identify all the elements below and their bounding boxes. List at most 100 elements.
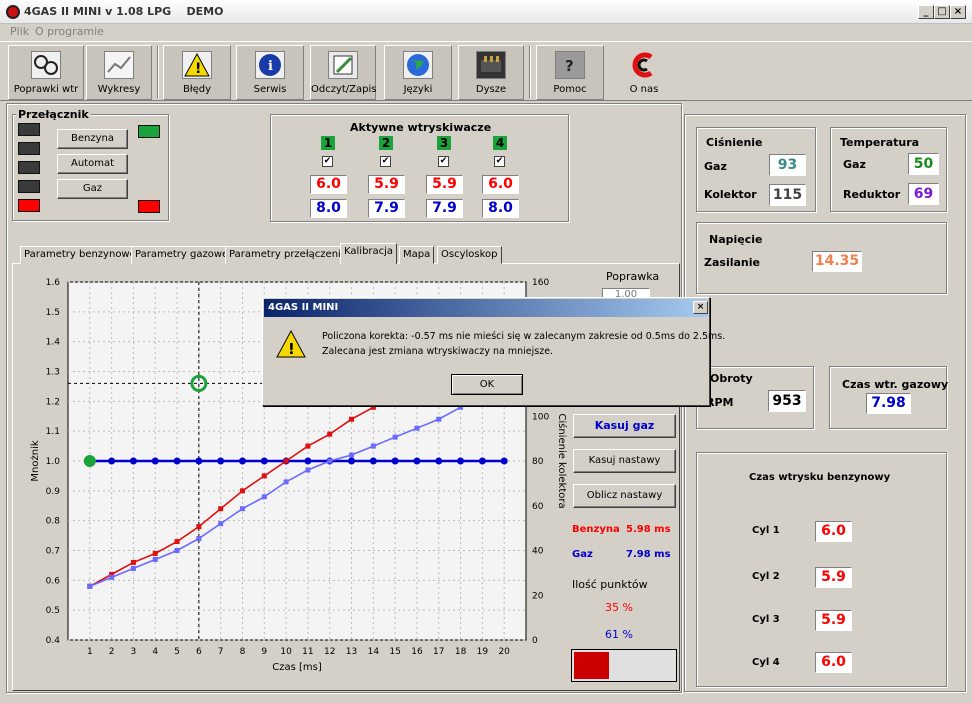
petrol-button[interactable]: Benzyna <box>57 129 128 149</box>
switch-led <box>18 123 40 136</box>
help-icon: ? <box>555 51 585 79</box>
data-point <box>327 431 333 437</box>
y-tick-label: 0.7 <box>46 547 60 557</box>
calculate-settings-button[interactable]: Oblicz nastawy <box>573 484 676 508</box>
gas-indicator <box>138 200 160 213</box>
injector-number: 3 <box>437 136 451 150</box>
petrol-injection-time-title: Czas wtrysku benzynowy <box>749 472 891 483</box>
toolbar-help-button[interactable]: ? Pomoc <box>536 45 604 100</box>
menu-plik[interactable]: Plik <box>10 25 29 38</box>
dialog-message-line2: Zalecana jest zmiana wtryskiwaczy na mni… <box>322 346 554 357</box>
tab-gas-params[interactable]: Parametry gazowe <box>131 246 233 264</box>
data-point <box>196 536 202 542</box>
y2-tick-label: 0 <box>532 636 538 646</box>
y2-tick-label: 80 <box>532 457 544 467</box>
svg-text:!: ! <box>195 61 201 77</box>
dialog-close-button[interactable]: × <box>693 301 708 314</box>
switch-title: Przełącznik <box>16 108 91 121</box>
toolbar-languages-button[interactable]: Języki <box>384 45 452 100</box>
clear-settings-button[interactable]: Kasuj nastawy <box>573 449 676 473</box>
clear-gas-button[interactable]: Kasuj gaz <box>573 414 676 438</box>
temperature-gas-label: Gaz <box>843 158 866 171</box>
data-point <box>283 479 289 485</box>
rpm-title: Obroty <box>710 372 753 385</box>
x-tick-label: 4 <box>152 647 158 657</box>
voltage-value: 14.35 <box>812 251 862 272</box>
injector-gas-value: 8.0 <box>310 199 347 218</box>
tab-calibration[interactable]: Kalibracja <box>340 243 398 264</box>
data-point <box>239 506 245 512</box>
data-point <box>218 521 224 527</box>
auto-button[interactable]: Automat <box>57 154 128 174</box>
data-point <box>260 457 268 465</box>
toolbar-label: Odczyt/Zapis <box>311 84 377 95</box>
data-point <box>327 458 333 464</box>
y-tick-label: 0.5 <box>46 606 60 616</box>
data-point <box>195 457 203 465</box>
data-point <box>283 458 289 464</box>
injectors-title: Aktywne wtryskiwacze <box>350 121 492 134</box>
injector-checkbox[interactable]: ✔ <box>322 156 333 167</box>
dialog-ok-button[interactable]: OK <box>451 374 523 395</box>
data-point <box>130 565 136 571</box>
data-point <box>436 416 442 422</box>
pressure-collector-value: 115 <box>769 184 806 206</box>
toolbar-charts-button[interactable]: Wykresy <box>86 45 152 100</box>
toolbar-separator <box>157 46 159 98</box>
tab-switch-params[interactable]: Parametry przełączenia <box>225 246 351 264</box>
tab-oscilloscope[interactable]: Oscyloskop <box>437 246 502 264</box>
points-count-label: Ilość punktów <box>572 578 648 591</box>
injector-petrol-value: 6.0 <box>310 175 347 194</box>
close-button[interactable]: × <box>950 5 966 19</box>
injector-checkbox[interactable]: ✔ <box>380 156 391 167</box>
data-point <box>108 457 116 465</box>
toolbar-corrections-button[interactable]: Poprawki wtr <box>8 45 84 100</box>
injector-petrol-value: 6.0 <box>482 175 519 194</box>
x-tick-label: 3 <box>131 647 137 657</box>
nozzles-icon <box>476 51 506 79</box>
data-point <box>261 494 267 500</box>
y-tick-label: 1.4 <box>46 338 61 348</box>
data-point <box>238 457 246 465</box>
maximize-button[interactable]: □ <box>934 5 950 19</box>
data-point <box>413 457 421 465</box>
toolbar-label: Wykresy <box>97 84 141 95</box>
toolbar-about-button[interactable]: O nas <box>610 45 678 100</box>
menu-o-programie[interactable]: O programie <box>35 25 104 38</box>
toolbar-separator <box>529 46 531 98</box>
y2-tick-label: 100 <box>532 412 549 422</box>
toolbar-nozzles-button[interactable]: Dysze <box>458 45 524 100</box>
app-logo-icon <box>6 5 20 19</box>
temperature-title: Temperatura <box>840 136 920 149</box>
tab-map[interactable]: Mapa <box>399 246 435 264</box>
toolbar: Poprawki wtr Wykresy ! Błędy i Serwis Od… <box>0 41 972 101</box>
data-point <box>391 457 399 465</box>
x-tick-label: 15 <box>389 647 400 657</box>
minimize-button[interactable]: _ <box>918 5 934 19</box>
gas-time-value: 7.98 ms <box>626 549 671 560</box>
window-title: 4GAS II MINI v 1.08 LPG DEMO <box>24 5 224 18</box>
toolbar-label: Języki <box>403 84 433 95</box>
warning-dialog: 4GAS II MINI × ! Policzona korekta: -0.5… <box>262 297 725 406</box>
temperature-reducer-label: Reduktor <box>843 188 901 201</box>
toolbar-service-button[interactable]: i Serwis <box>236 45 304 100</box>
gas-time-label: Gaz <box>572 549 593 560</box>
title-bar: 4GAS II MINI v 1.08 LPG DEMO _ □ × <box>0 0 972 24</box>
injector-number: 4 <box>493 136 507 150</box>
y2-tick-label: 160 <box>532 278 549 288</box>
injector-checkbox[interactable]: ✔ <box>494 156 505 167</box>
pressure-gas-label: Gaz <box>704 160 727 173</box>
gas-button[interactable]: Gaz <box>57 179 128 199</box>
svg-text:!: ! <box>288 340 295 358</box>
injector-checkbox[interactable]: ✔ <box>438 156 449 167</box>
data-point <box>349 452 355 458</box>
injector-number: 1 <box>321 136 335 150</box>
petrol-indicator <box>138 125 160 138</box>
toolbar-readwrite-button[interactable]: Odczyt/Zapis <box>310 45 377 100</box>
toolbar-errors-button[interactable]: ! Błędy <box>163 45 231 100</box>
injector-petrol-value: 5.9 <box>368 175 405 194</box>
dialog-message-line1: Policzona korekta: -0.57 ms nie mieści s… <box>322 331 726 342</box>
tab-petrol-params[interactable]: Parametry benzynowe <box>20 246 140 264</box>
petrol-time-value: 5.98 ms <box>626 524 671 535</box>
warning-icon: ! <box>182 51 212 79</box>
